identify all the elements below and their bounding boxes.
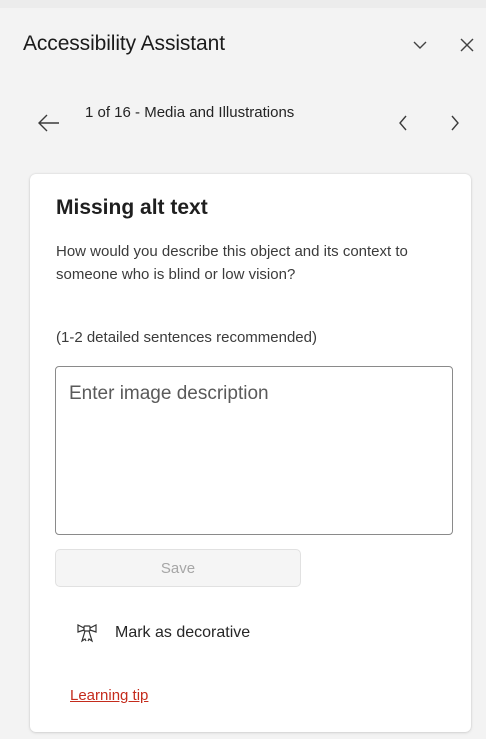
arrow-left-icon: [38, 114, 59, 132]
image-description-input[interactable]: [55, 366, 453, 535]
next-issue-button[interactable]: [440, 108, 470, 138]
issue-card: Missing alt text How would you describe …: [30, 174, 471, 732]
ribbon-icon: [77, 624, 97, 643]
description-hint: (1-2 detailed sentences recommended): [56, 329, 317, 346]
chevron-left-icon: [399, 115, 407, 131]
issue-title: Missing alt text: [56, 196, 208, 219]
window-top-edge: [0, 0, 486, 8]
chevron-right-icon: [451, 115, 459, 131]
mark-as-decorative-button[interactable]: Mark as decorative: [76, 618, 250, 648]
previous-issue-button[interactable]: [388, 108, 418, 138]
back-button[interactable]: [34, 108, 64, 138]
collapse-pane-button[interactable]: [405, 30, 435, 60]
save-button[interactable]: Save: [55, 549, 301, 587]
issue-navigator: 1 of 16 - Media and Illustrations: [0, 92, 486, 162]
close-icon: [460, 38, 474, 52]
learning-tip-link[interactable]: Learning tip: [70, 687, 148, 704]
pane-title: Accessibility Assistant: [23, 32, 225, 55]
close-pane-button[interactable]: [452, 30, 482, 60]
issue-description: How would you describe this object and i…: [56, 243, 408, 283]
chevron-down-icon: [413, 41, 427, 49]
accessibility-pane: Accessibility Assistant 1 of 16 - Media …: [0, 8, 486, 739]
mark-as-decorative-label: Mark as decorative: [115, 624, 251, 641]
issue-position: 1 of 16 - Media and Illustrations: [85, 104, 295, 121]
pane-header: Accessibility Assistant: [0, 22, 486, 66]
